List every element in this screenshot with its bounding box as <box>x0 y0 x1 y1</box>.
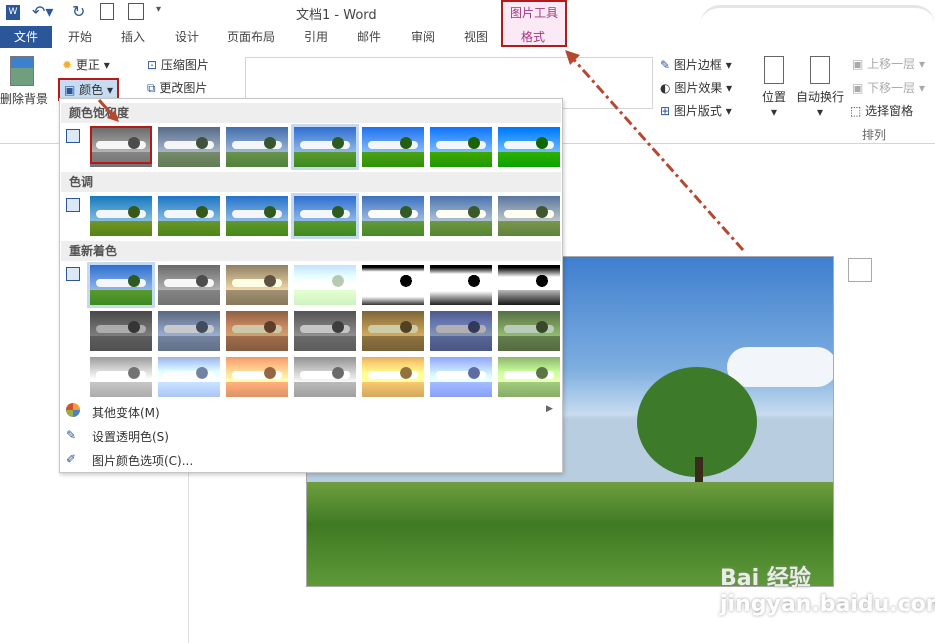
word-icon: W <box>6 5 20 20</box>
color-variant-thumbnail[interactable] <box>362 311 424 351</box>
tab-file[interactable]: 文件 <box>0 26 52 48</box>
color-variant-thumbnail[interactable] <box>430 127 492 167</box>
color-variant-thumbnail[interactable] <box>430 357 492 397</box>
tab-layout[interactable]: 页面布局 <box>227 26 275 48</box>
redo-icon[interactable]: ↻ <box>72 2 85 21</box>
recolor-header: 重新着色 <box>61 241 561 261</box>
color-variant-thumbnail[interactable] <box>362 265 424 305</box>
color-variant-thumbnail[interactable] <box>362 127 424 167</box>
tab-review[interactable]: 审阅 <box>411 26 435 48</box>
color-variant-thumbnail[interactable] <box>226 196 288 236</box>
tab-references[interactable]: 引用 <box>304 26 328 48</box>
color-variant-thumbnail[interactable] <box>158 196 220 236</box>
color-variant-thumbnail[interactable] <box>294 265 356 305</box>
ribbon-tabs: 文件 开始 插入 设计 页面布局 引用 邮件 审阅 视图 格式 <box>0 26 935 48</box>
color-variant-thumbnail[interactable] <box>498 265 560 305</box>
window-title: 文档1 - Word <box>296 8 377 23</box>
color-variant-thumbnail[interactable] <box>430 265 492 305</box>
change-picture-icon: ⧉ <box>147 81 156 95</box>
remove-background-icon <box>10 56 34 86</box>
compress-pictures-button[interactable]: ⊡ 压缩图片 <box>147 56 209 73</box>
submenu-arrow-icon: ▶ <box>546 404 553 414</box>
set-transparent-color-item[interactable]: 设置透明色(S) <box>92 428 169 445</box>
color-variant-thumbnail[interactable] <box>294 311 356 351</box>
color-variant-thumbnail[interactable] <box>291 193 359 239</box>
sun-icon: ✹ <box>62 58 73 72</box>
position-icon <box>764 56 784 84</box>
color-variant-thumbnail[interactable] <box>226 265 288 305</box>
context-tab-group-label: 图片工具 <box>510 6 559 20</box>
tab-format[interactable]: 格式 <box>521 26 545 48</box>
color-variant-thumbnail[interactable] <box>158 311 220 351</box>
undo-icon[interactable]: ↶▾ <box>32 2 53 21</box>
picture-color-options-icon: ✐ <box>66 452 77 466</box>
color-variant-thumbnail[interactable] <box>294 357 356 397</box>
bring-forward-button[interactable]: ▣ 上移一层 ▾ <box>852 55 925 72</box>
send-backward-button[interactable]: ▣ 下移一层 ▾ <box>852 79 925 96</box>
color-variant-thumbnail[interactable] <box>362 357 424 397</box>
tab-view[interactable]: 视图 <box>464 26 488 48</box>
color-variant-thumbnail[interactable] <box>498 196 560 236</box>
selection-pane-icon: ⬚ <box>850 104 862 118</box>
color-variant-thumbnail[interactable] <box>226 127 288 167</box>
selection-pane-button[interactable]: ⬚ 选择窗格 <box>850 102 913 119</box>
compress-icon: ⊡ <box>147 58 158 72</box>
color-variant-thumbnail[interactable] <box>498 127 560 167</box>
color-variant-thumbnail[interactable] <box>90 357 152 397</box>
color-variant-thumbnail[interactable] <box>226 357 288 397</box>
color-variant-thumbnail[interactable] <box>158 265 220 305</box>
more-variations-item[interactable]: 其他变体(M) <box>92 404 160 421</box>
print-preview-icon[interactable] <box>100 3 114 20</box>
set-transparent-icon: ✎ <box>66 428 77 442</box>
color-variant-thumbnail[interactable] <box>158 357 220 397</box>
picture-color-options-item[interactable]: 图片颜色选项(C)... <box>92 452 193 469</box>
corrections-button[interactable]: ✹ 更正 ▾ <box>62 56 110 73</box>
color-variant-thumbnail[interactable] <box>158 127 220 167</box>
picture-color-icon: ▣ <box>64 83 76 97</box>
touch-mode-icon[interactable] <box>128 3 144 20</box>
color-variant-thumbnail[interactable] <box>430 311 492 351</box>
saturation-header: 颜色饱和度 <box>61 103 561 123</box>
color-wheel-icon <box>66 403 82 419</box>
baidu-watermark: Bai 经验 jingyan.baidu.com <box>720 566 935 617</box>
wrap-text-icon <box>810 56 830 84</box>
color-variant-thumbnail[interactable] <box>430 196 492 236</box>
color-variant-thumbnail[interactable] <box>90 196 152 236</box>
tab-home[interactable]: 开始 <box>68 26 92 48</box>
position-button[interactable]: 位置 ▾ <box>760 56 788 119</box>
title-bar: W ↶▾ ↻ ▾ 文档1 - Word <box>0 0 935 26</box>
saturation-icon <box>66 129 80 143</box>
color-variant-thumbnail[interactable] <box>362 196 424 236</box>
tone-header: 色调 <box>61 172 561 192</box>
color-variant-thumbnail[interactable] <box>498 357 560 397</box>
selected-thumbnail-highlight <box>90 126 152 164</box>
tone-icon <box>66 198 80 212</box>
color-variant-thumbnail[interactable] <box>87 262 155 308</box>
annotation-arrow <box>565 50 745 251</box>
color-variant-thumbnail[interactable] <box>90 311 152 351</box>
arrange-group-label: 排列 <box>862 128 887 142</box>
annotation-arrow-small <box>97 99 119 122</box>
tab-insert[interactable]: 插入 <box>121 26 145 48</box>
layout-options-icon[interactable] <box>848 258 872 282</box>
color-variant-thumbnail[interactable] <box>498 311 560 351</box>
wrap-text-button[interactable]: 自动换行 ▾ <box>795 56 845 119</box>
color-variant-thumbnail[interactable] <box>226 311 288 351</box>
color-variant-thumbnail[interactable] <box>291 124 359 170</box>
recolor-icon <box>66 267 80 281</box>
remove-background-button[interactable]: 删除背景 <box>0 56 50 112</box>
tab-design[interactable]: 设计 <box>175 26 199 48</box>
tab-mailings[interactable]: 邮件 <box>357 26 381 48</box>
customize-qat-icon[interactable]: ▾ <box>156 4 161 15</box>
change-picture-button[interactable]: ⧉ 更改图片 <box>147 79 207 96</box>
